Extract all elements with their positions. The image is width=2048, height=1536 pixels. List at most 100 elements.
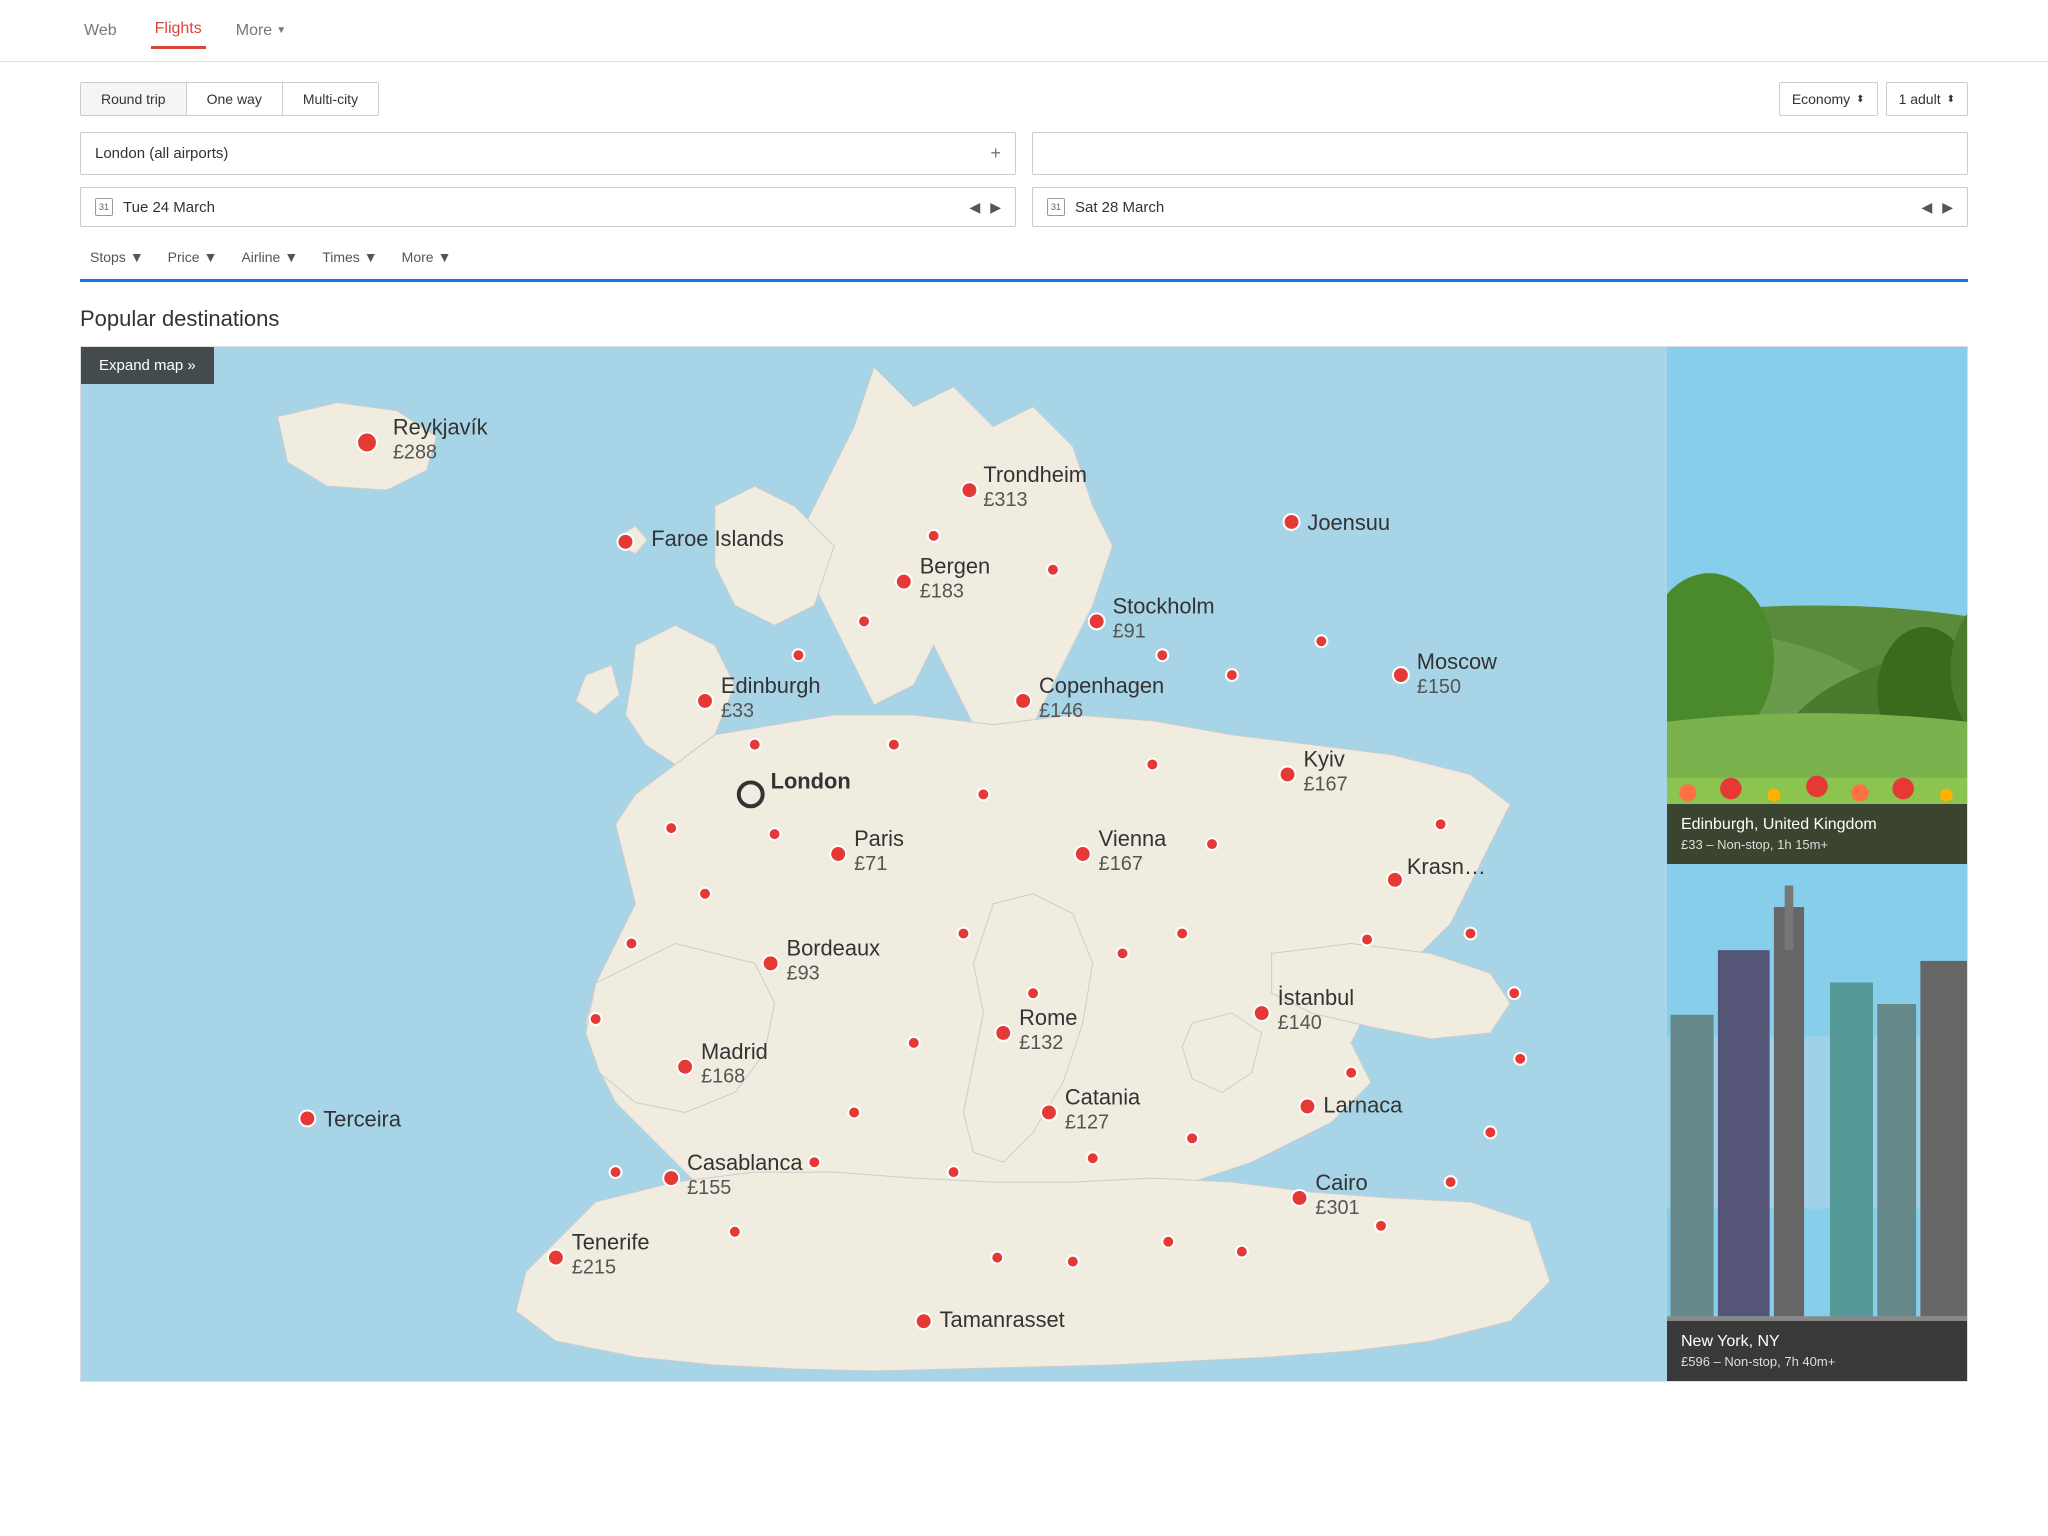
expand-map-button[interactable]: Expand map » [81, 347, 214, 384]
city-dot-madrid[interactable] [677, 1059, 693, 1075]
nav-more[interactable]: More ▼ [236, 22, 286, 40]
city-dot-paris[interactable] [830, 846, 846, 862]
destination-input[interactable] [1032, 132, 1968, 175]
svg-text:£183: £183 [920, 581, 964, 603]
trip-type-buttons: Round trip One way Multi-city [80, 82, 379, 116]
dest-card-newyork[interactable]: New York, NY £596 – Non-stop, 7h 40m+ [1667, 864, 1967, 1381]
top-nav: Web Flights More ▼ [0, 0, 2048, 62]
stops-filter[interactable]: Stops ▼ [80, 243, 154, 271]
city-dot-stockholm[interactable] [1089, 613, 1105, 629]
city-dot-terceira[interactable] [299, 1110, 315, 1126]
svg-text:£91: £91 [1113, 620, 1146, 642]
return-arrows: ◀ ▶ [1921, 199, 1953, 216]
svg-text:Madrid: Madrid [701, 1039, 768, 1064]
filter-row: Stops ▼ Price ▼ Airline ▼ Times ▼ More ▼ [80, 243, 1968, 282]
destination-cards: Edinburgh, United Kingdom £33 – Non-stop… [1667, 347, 1967, 1381]
newyork-overlay: New York, NY £596 – Non-stop, 7h 40m+ [1667, 1321, 1967, 1381]
stops-chevron-icon: ▼ [130, 249, 144, 265]
times-chevron-icon: ▼ [364, 249, 378, 265]
city-dot-joensuu[interactable] [1284, 514, 1300, 530]
airline-filter[interactable]: Airline ▼ [231, 243, 308, 271]
svg-text:Cairo: Cairo [1315, 1170, 1367, 1195]
price-chevron-icon: ▼ [204, 249, 218, 265]
svg-text:Paris: Paris [854, 826, 904, 851]
depart-date-label: Tue 24 March [123, 199, 215, 216]
passengers-label: 1 adult [1899, 91, 1941, 107]
svg-text:£93: £93 [787, 962, 820, 984]
svg-text:£288: £288 [393, 441, 437, 463]
passengers-select[interactable]: 1 adult ⬍ [1886, 82, 1968, 116]
svg-text:£301: £301 [1315, 1197, 1359, 1219]
svg-text:Moscow: Moscow [1417, 649, 1497, 674]
svg-text:£313: £313 [983, 489, 1027, 511]
newyork-name: New York, NY [1681, 1333, 1953, 1351]
svg-text:£168: £168 [701, 1066, 745, 1088]
city-dot-bergen[interactable] [896, 574, 912, 590]
city-dot-vienna[interactable] [1075, 846, 1091, 862]
svg-text:£71: £71 [854, 853, 887, 875]
more-filter-chevron-icon: ▼ [438, 249, 452, 265]
cabin-class-select[interactable]: Economy ⬍ [1779, 82, 1878, 116]
return-next-button[interactable]: ▶ [1942, 199, 1953, 216]
plus-icon: + [990, 143, 1001, 164]
svg-text:£167: £167 [1099, 853, 1143, 875]
svg-text:Reykjavík: Reykjavík [393, 414, 488, 439]
map-area: Expand map » [80, 346, 1968, 1382]
airport-input-row: London (all airports) + [80, 132, 1968, 175]
svg-text:Stockholm: Stockholm [1113, 593, 1215, 618]
city-dot-catania[interactable] [1041, 1105, 1057, 1121]
city-dot-bordeaux[interactable] [763, 955, 779, 971]
dest-card-edinburgh[interactable]: Edinburgh, United Kingdom £33 – Non-stop… [1667, 347, 1967, 864]
price-filter[interactable]: Price ▼ [158, 243, 228, 271]
depart-date-input[interactable]: 31 Tue 24 March ◀ ▶ [80, 187, 1016, 227]
city-dot-cairo[interactable] [1292, 1190, 1308, 1206]
svg-text:£146: £146 [1039, 700, 1083, 722]
city-dot-tenerife[interactable] [548, 1250, 564, 1266]
price-label: Price [168, 249, 200, 265]
city-dot-rome[interactable] [995, 1025, 1011, 1041]
airline-label: Airline [241, 249, 280, 265]
nav-flights[interactable]: Flights [151, 12, 206, 49]
popular-title: Popular destinations [80, 306, 1968, 332]
cabin-class-label: Economy [1792, 91, 1850, 107]
svg-text:Faroe Islands: Faroe Islands [651, 526, 784, 551]
city-dot-trondheim[interactable] [961, 482, 977, 498]
origin-input[interactable]: London (all airports) + [80, 132, 1016, 175]
city-dot-casablanca[interactable] [663, 1170, 679, 1186]
map-container: Expand map » [81, 347, 1667, 1381]
nav-web[interactable]: Web [80, 14, 121, 48]
depart-prev-button[interactable]: ◀ [969, 199, 980, 216]
city-dot-reykjavik[interactable] [357, 432, 377, 452]
city-dot-kyiv[interactable] [1280, 767, 1296, 783]
city-dot-moscow[interactable] [1393, 667, 1409, 683]
depart-next-button[interactable]: ▶ [990, 199, 1001, 216]
city-dot-edinburgh[interactable] [697, 693, 713, 709]
multi-city-button[interactable]: Multi-city [283, 83, 378, 115]
svg-text:Bordeaux: Bordeaux [787, 935, 881, 960]
city-dot-krasnodar[interactable] [1387, 872, 1403, 888]
round-trip-button[interactable]: Round trip [81, 83, 187, 115]
svg-text:£132: £132 [1019, 1032, 1063, 1054]
svg-text:Bergen: Bergen [920, 554, 990, 579]
svg-text:£150: £150 [1417, 676, 1461, 698]
one-way-button[interactable]: One way [187, 83, 283, 115]
city-dot-larnaca[interactable] [1299, 1099, 1315, 1115]
svg-text:Tamanrasset: Tamanrasset [940, 1307, 1065, 1332]
stops-label: Stops [90, 249, 126, 265]
svg-text:Casablanca: Casablanca [687, 1150, 803, 1175]
svg-text:Tenerife: Tenerife [572, 1230, 650, 1255]
main-content: Round trip One way Multi-city Economy ⬍ … [0, 62, 2048, 1402]
city-dot-copenhagen[interactable] [1015, 693, 1031, 709]
right-selects: Economy ⬍ 1 adult ⬍ [1779, 82, 1968, 116]
svg-text:İstanbul: İstanbul [1278, 985, 1355, 1010]
svg-text:£140: £140 [1278, 1012, 1322, 1034]
return-date-input[interactable]: 31 Sat 28 March ◀ ▶ [1032, 187, 1968, 227]
city-dot-tamanrasset[interactable] [916, 1313, 932, 1329]
city-dot-faroe[interactable] [618, 534, 634, 550]
times-filter[interactable]: Times ▼ [312, 243, 387, 271]
more-filter[interactable]: More ▼ [392, 243, 462, 271]
popular-section: Popular destinations Expand map » [80, 306, 1968, 1382]
return-prev-button[interactable]: ◀ [1921, 199, 1932, 216]
more-filter-label: More [402, 249, 434, 265]
city-dot-istanbul[interactable] [1254, 1005, 1270, 1021]
